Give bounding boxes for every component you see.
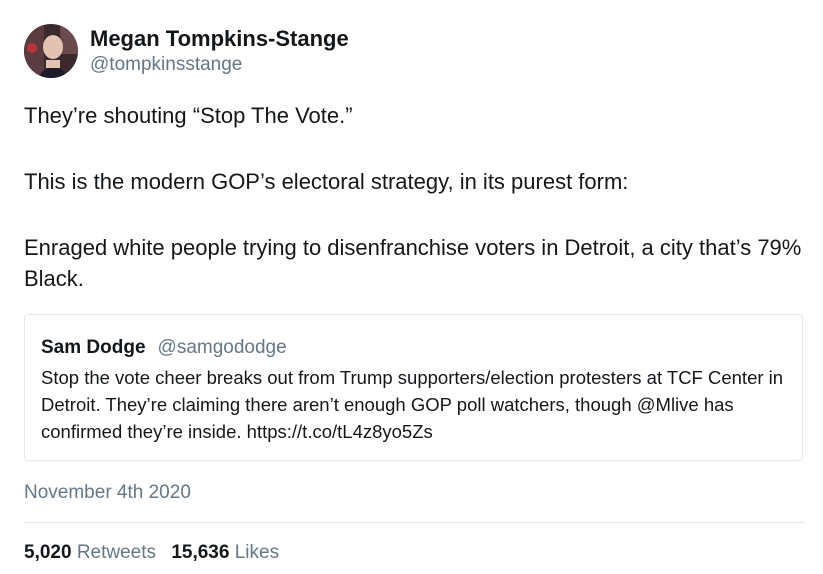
retweets-label: Retweets <box>76 542 157 563</box>
retweets-count: 5,020 <box>24 542 72 563</box>
tweet-stats: 5,020 Retweets 15,636 Likes <box>24 541 805 565</box>
tweet-body: They’re shouting “Stop The Vote.” This i… <box>24 100 805 294</box>
quoted-tweet-text: Stop the vote cheer breaks out from Trum… <box>41 367 784 442</box>
tweet-paragraph: They’re shouting “Stop The Vote.” <box>24 103 353 128</box>
avatar-image <box>24 24 78 78</box>
retweets-stat[interactable]: 5,020 Retweets <box>24 542 156 563</box>
quoted-author-handle: @samgododge <box>157 337 287 358</box>
tweet-header: Megan Tompkins-Stange @tompkinsstange <box>24 22 805 80</box>
tweet-timestamp[interactable]: November 4th 2020 <box>24 481 805 505</box>
quoted-author-name: Sam Dodge <box>41 337 146 358</box>
tweet-card: Megan Tompkins-Stange @tompkinsstange Th… <box>24 22 805 565</box>
tweet-paragraph: This is the modern GOP’s electoral strat… <box>24 169 629 194</box>
likes-stat[interactable]: 15,636 Likes <box>171 542 279 563</box>
likes-count: 15,636 <box>171 542 230 563</box>
likes-label: Likes <box>234 542 280 563</box>
tweet-paragraph: Enraged white people trying to disenfran… <box>24 235 802 291</box>
divider <box>24 522 805 523</box>
quoted-tweet[interactable]: Sam Dodge @samgododge Stop the vote cheer… <box>24 314 803 461</box>
author-names: Megan Tompkins-Stange @tompkinsstange <box>90 25 349 77</box>
quoted-tweet-header: Sam Dodge @samgododge <box>41 336 786 360</box>
avatar[interactable] <box>24 24 78 78</box>
author-display-name[interactable]: Megan Tompkins-Stange <box>90 25 349 53</box>
author-handle[interactable]: @tompkinsstange <box>90 53 349 77</box>
